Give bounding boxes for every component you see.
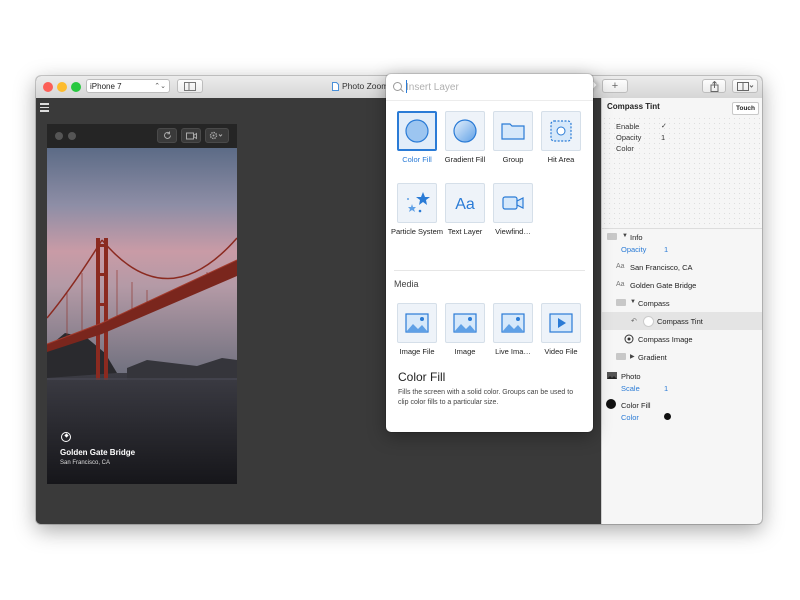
- tile-text-layer[interactable]: Aa: [445, 183, 485, 223]
- text-layer-icon: Aa: [455, 196, 475, 213]
- prop-color-label: Color: [616, 144, 634, 153]
- folder-icon: [616, 353, 626, 360]
- disclosure-closed-icon[interactable]: ▶: [630, 353, 635, 360]
- touch-button[interactable]: Touch: [731, 102, 759, 115]
- split-view-button[interactable]: [177, 79, 203, 93]
- share-button[interactable]: [702, 79, 726, 93]
- reload-icon: [163, 131, 171, 139]
- record-button[interactable]: [181, 128, 201, 143]
- tile-color-fill[interactable]: [397, 111, 437, 151]
- video-file-icon: [549, 313, 573, 333]
- device-preview: Golden Gate Bridge San Francisco, CA: [47, 124, 237, 484]
- layer-row-compass[interactable]: ▼ Compass: [602, 294, 762, 312]
- tile-hit-area[interactable]: [541, 111, 581, 151]
- layout-menu-button[interactable]: [732, 79, 758, 93]
- text-layer-icon: Aa: [616, 263, 625, 270]
- disclosure-open-icon[interactable]: ▼: [622, 233, 628, 239]
- color-fill-icon: [405, 119, 429, 143]
- tile-image[interactable]: [445, 303, 485, 343]
- prop-enable-label: Enable: [616, 122, 640, 131]
- layer-row-compass-image[interactable]: Compass Image: [602, 330, 762, 348]
- image-file-icon: [405, 313, 429, 333]
- inspector-header: Compass Tint Touch: [602, 98, 762, 116]
- layer-row-compass-tint[interactable]: ↶ Compass Tint: [602, 312, 762, 330]
- device-dot-icon: [55, 132, 63, 140]
- add-icon: +: [611, 80, 619, 92]
- inspector-title: Compass Tint: [607, 102, 660, 111]
- disclosure-open-icon[interactable]: ▼: [630, 299, 636, 305]
- split-view-icon: [184, 81, 196, 91]
- particle-system-icon: [407, 192, 430, 213]
- photo-title: Golden Gate Bridge: [60, 448, 136, 457]
- image-layer-icon: [624, 334, 634, 344]
- color-swatch-icon[interactable]: [664, 413, 671, 420]
- tile-particle-system[interactable]: [397, 183, 437, 223]
- layer-prop-color[interactable]: Color: [602, 408, 762, 426]
- hit-area-icon: [550, 120, 572, 142]
- device-select-value: iPhone 7: [90, 82, 122, 91]
- folder-icon: [616, 299, 626, 306]
- zoom-window-button[interactable]: [71, 82, 81, 92]
- tile-live-image[interactable]: [493, 303, 533, 343]
- add-layer-button[interactable]: +: [602, 79, 628, 93]
- layer-prop-scale[interactable]: Scale 1: [602, 379, 762, 397]
- layer-row-gradient[interactable]: ▶ Gradient: [602, 348, 762, 366]
- viewfinder-icon: [502, 196, 524, 210]
- live-image-icon: [501, 313, 525, 333]
- device-settings-button[interactable]: [205, 128, 229, 143]
- insert-layer-popover: Color Fill Gradient Fill Group Hit Area …: [386, 74, 593, 432]
- tile-label-hit-area: Hit Area: [547, 155, 575, 164]
- window-title-text: Photo Zoom: [342, 81, 389, 91]
- camera-icon: [185, 132, 197, 139]
- description-title: Color Fill: [398, 370, 446, 384]
- document-icon: [332, 81, 339, 91]
- enable-checkbox[interactable]: ✓: [661, 122, 667, 130]
- text-caret: [406, 80, 407, 93]
- white-swatch-icon: [643, 316, 654, 327]
- section-divider: [394, 270, 585, 271]
- share-icon: [710, 80, 718, 92]
- layer-row-san-francisco[interactable]: Aa San Francisco, CA: [602, 258, 762, 276]
- compass-icon: [61, 432, 71, 442]
- description-text: Fills the screen with a solid color. Gro…: [398, 389, 574, 406]
- close-window-button[interactable]: [43, 82, 53, 92]
- media-section-header: Media: [394, 279, 419, 289]
- device-toolbar: [47, 124, 237, 148]
- property-list: Enable ✓ Opacity 1 Color: [602, 116, 762, 229]
- search-row: [386, 74, 593, 101]
- layer-row-golden-gate[interactable]: Aa Golden Gate Bridge: [602, 276, 762, 294]
- chevron-updown-icon: ⌃⌄: [154, 83, 166, 90]
- tile-image-file[interactable]: [397, 303, 437, 343]
- minimize-window-button[interactable]: [57, 82, 67, 92]
- inspector-panel: Compass Tint Touch Enable ✓ Opacity 1 Co…: [601, 98, 762, 524]
- reload-button[interactable]: [157, 128, 177, 143]
- search-icon: [393, 82, 402, 91]
- layout-icon: [736, 81, 753, 91]
- folder-icon: [607, 233, 617, 240]
- device-dot-icon: [68, 132, 76, 140]
- gear-icon: [209, 131, 223, 140]
- tile-viewfinder[interactable]: [493, 183, 533, 223]
- image-icon: [453, 313, 477, 333]
- tile-label-viewfinder: Viewfind…: [495, 227, 531, 236]
- device-select[interactable]: iPhone 7 ⌃⌄: [86, 79, 170, 93]
- prop-opacity-label: Opacity: [616, 133, 642, 142]
- text-layer-icon: Aa: [616, 281, 625, 288]
- tile-video-file[interactable]: [541, 303, 581, 343]
- gradient-fill-icon: [453, 119, 477, 143]
- svg-text:Aa: Aa: [455, 196, 475, 213]
- photo-subtitle: San Francisco, CA: [60, 460, 111, 466]
- layer-prop-opacity[interactable]: Opacity 1: [602, 240, 762, 258]
- opacity-value[interactable]: 1: [661, 133, 665, 142]
- golden-gate-photo: [47, 148, 237, 484]
- menu-icon[interactable]: [40, 103, 49, 114]
- tile-gradient-fill[interactable]: [445, 111, 485, 151]
- photo-thumb-icon: [607, 372, 617, 379]
- group-folder-icon: [501, 123, 525, 140]
- tile-label-video-file: Video File: [544, 347, 578, 356]
- insert-layer-search-input[interactable]: [406, 80, 576, 94]
- window-title: Photo Zoom: [332, 81, 388, 91]
- tile-group[interactable]: [493, 111, 533, 151]
- tint-link-icon: ↶: [631, 318, 637, 325]
